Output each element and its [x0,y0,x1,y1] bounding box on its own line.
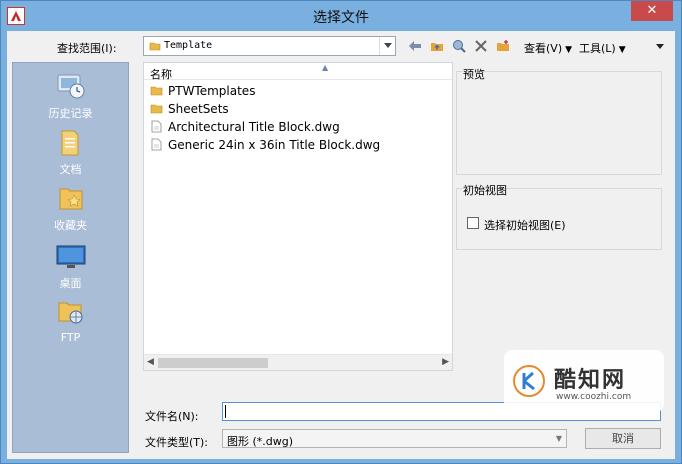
chevron-down-icon: ▼ [618,45,626,55]
file-name: PTWTemplates [168,83,256,98]
lookin-combo[interactable]: Template [143,36,396,56]
column-header-name[interactable]: 名称 ▲ [144,63,452,81]
scroll-right-icon[interactable]: ▶ [442,357,449,367]
places-bar: 历史记录 文档 收藏夹 桌面 FTP [12,62,129,453]
tools-menu-label: 工具(L) [579,42,616,55]
close-button[interactable]: ✕ [631,1,673,21]
list-item[interactable]: SheetSets [150,100,229,117]
preview-area [456,71,662,175]
view-menu[interactable]: 查看(V) ▼ [524,40,572,56]
place-label: 桌面 [59,277,82,290]
coozhi-logo-icon [513,365,545,397]
more-chevron-icon[interactable] [652,38,668,54]
window-title: 选择文件 [313,10,369,26]
chevron-down-icon[interactable] [379,37,395,55]
lookin-value: Template [164,40,213,51]
file-name: SheetSets [168,101,229,116]
select-initial-view-checkbox[interactable] [467,217,479,229]
title-bar[interactable]: 选择文件 ✕ [1,1,681,31]
select-initial-view-label[interactable]: 选择初始视图(E) [484,217,566,233]
delete-icon[interactable] [473,38,489,54]
sort-ascending-icon: ▲ [322,63,329,72]
up-folder-icon[interactable] [429,38,445,54]
place-label: FTP [60,331,81,344]
ftp-icon [58,302,82,324]
documents-icon [61,130,78,156]
folder-icon [150,104,163,114]
place-label: 文档 [59,163,82,176]
tools-menu[interactable]: 工具(L) ▼ [579,40,626,56]
dwg-file-icon [151,138,162,151]
watermark-name: 酷知网 [554,368,627,393]
list-item[interactable]: Architectural Title Block.dwg [150,118,340,135]
filetype-value: 图形 (*.dwg) [227,435,294,448]
list-item[interactable]: PTWTemplates [150,82,255,99]
filename-label: 文件名(N): [145,410,199,423]
place-documents[interactable]: 文档 [13,125,128,177]
list-item[interactable]: Generic 24in x 36in Title Block.dwg [150,136,380,153]
initial-view-label: 初始视图 [463,184,507,197]
file-name: Generic 24in x 36in Title Block.dwg [168,137,381,152]
scroll-left-icon[interactable]: ◀ [147,357,154,367]
watermark-url: www.coozhi.com [556,392,632,402]
history-icon [57,74,84,99]
favorites-icon [59,188,82,210]
horizontal-scrollbar[interactable]: ◀ ▶ [144,354,452,370]
new-folder-icon[interactable] [495,38,511,54]
chevron-down-icon: ▼ [555,434,562,443]
place-label: 历史记录 [48,107,93,120]
place-desktop[interactable]: 桌面 [13,239,128,291]
preview-label: 预览 [463,68,485,81]
column-name-label: 名称 [150,68,172,81]
desktop-icon [56,245,85,268]
back-arrow-icon[interactable] [407,38,423,54]
select-file-dialog: 选择文件 ✕ 查找范围(I): Template 查看(V) ▼ 工具(L) ▼… [0,0,682,464]
file-name: Architectural Title Block.dwg [168,119,340,134]
folder-icon [149,40,161,55]
place-favorites[interactable]: 收藏夹 [13,181,128,233]
view-menu-label: 查看(V) [524,42,563,55]
place-history[interactable]: 历史记录 [13,69,128,121]
place-ftp[interactable]: FTP [13,295,128,344]
search-web-icon[interactable] [451,38,467,54]
chevron-down-icon: ▼ [565,45,573,55]
lookin-label: 查找范围(I): [57,42,117,55]
file-list[interactable]: 名称 ▲ PTWTemplates SheetSets Architectura… [143,62,453,371]
watermark: 酷知网 www.coozhi.com [504,350,664,412]
dwg-file-icon [151,120,162,133]
filetype-label: 文件类型(T): [145,436,209,449]
scroll-thumb[interactable] [158,358,268,368]
folder-icon [150,86,163,96]
place-label: 收藏夹 [54,219,87,232]
cancel-button[interactable]: 取消 [585,428,661,449]
text-caret [225,405,226,418]
filetype-select[interactable]: 图形 (*.dwg) ▼ [222,429,567,448]
